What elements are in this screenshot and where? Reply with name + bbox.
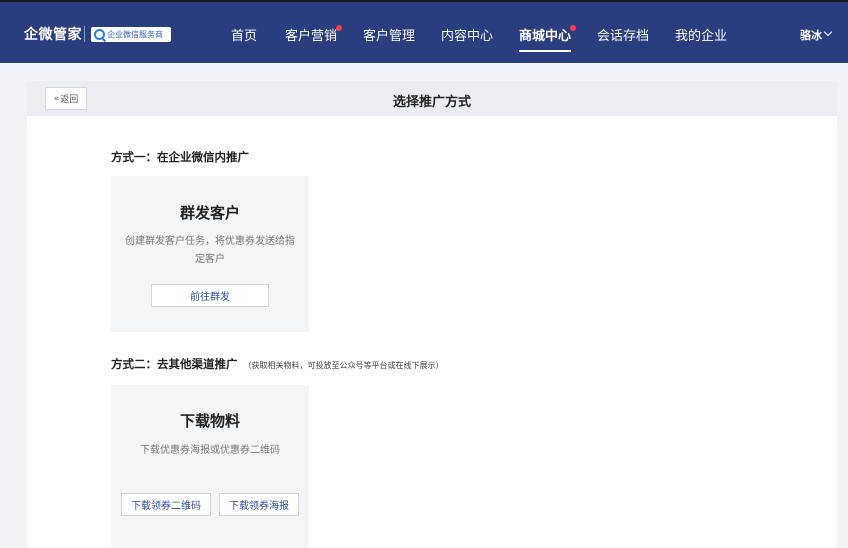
section-title-text: 方式一：在企业微信内推广 xyxy=(111,150,249,164)
section-title-method-1: 方式一：在企业微信内推广 xyxy=(111,149,249,165)
nav-customer-management[interactable]: 客户管理 xyxy=(363,25,415,44)
card-description: 下载优惠券海报或优惠券二维码 xyxy=(140,445,280,456)
nav-my-enterprise[interactable]: 我的企业 xyxy=(675,25,727,44)
page-title: 选择推广方式 xyxy=(392,95,471,110)
partner-badge: 企业微信服务商 xyxy=(91,27,171,42)
card-title: 群发客户 xyxy=(179,204,240,222)
download-qrcode-button[interactable]: 下载领券二维码 xyxy=(121,493,211,516)
panel-header: « 返回 选择推广方式 xyxy=(27,81,837,116)
notification-dot xyxy=(570,25,576,31)
card-description: 创建群发客户任务，将优惠券发送给指定客户 xyxy=(125,236,295,265)
user-name[interactable]: 骆冰 xyxy=(800,27,822,43)
section-title-method-2: 方式二：去其他渠道推广 （获取相关物料，可投放至公众号等平台或在线下展示） xyxy=(111,356,444,372)
download-poster-button[interactable]: 下载领券海报 xyxy=(219,493,299,516)
go-mass-send-button[interactable]: 前往群发 xyxy=(151,284,269,307)
nav-session-archive[interactable]: 会话存档 xyxy=(597,25,649,44)
nav-customer-marketing[interactable]: 客户营销 xyxy=(285,25,337,44)
notification-dot xyxy=(336,25,342,31)
brand-divider xyxy=(84,26,85,42)
main-panel: « 返回 选择推广方式 方式一：在企业微信内推广 群发客户 创建群发客户任务，将… xyxy=(27,81,837,548)
brand-name: 企微管家 xyxy=(24,27,82,43)
section-title-text: 方式二：去其他渠道推广 xyxy=(111,357,238,371)
partner-badge-text: 企业微信服务商 xyxy=(107,30,163,39)
nav-mall-center[interactable]: 商城中心 xyxy=(519,25,572,52)
wecom-logo-icon xyxy=(94,29,105,40)
nav-home[interactable]: 首页 xyxy=(231,25,257,44)
top-navigation-bar: 企微管家 企业微信服务商 首页 客户营销 客户管理 内容中心 商城中心 会话存档… xyxy=(0,0,848,63)
chevron-down-icon[interactable] xyxy=(823,27,833,37)
card-download-materials: 下载物料 下载优惠券海报或优惠券二维码 下载领券二维码 下载领券海报 xyxy=(111,385,309,548)
section-note: （获取相关物料，可投放至公众号等平台或在线下展示） xyxy=(243,361,444,370)
card-title: 下载物料 xyxy=(179,412,240,430)
card-mass-send: 群发客户 创建群发客户任务，将优惠券发送给指定客户 前往群发 xyxy=(111,176,309,332)
nav-content-center[interactable]: 内容中心 xyxy=(441,25,493,44)
